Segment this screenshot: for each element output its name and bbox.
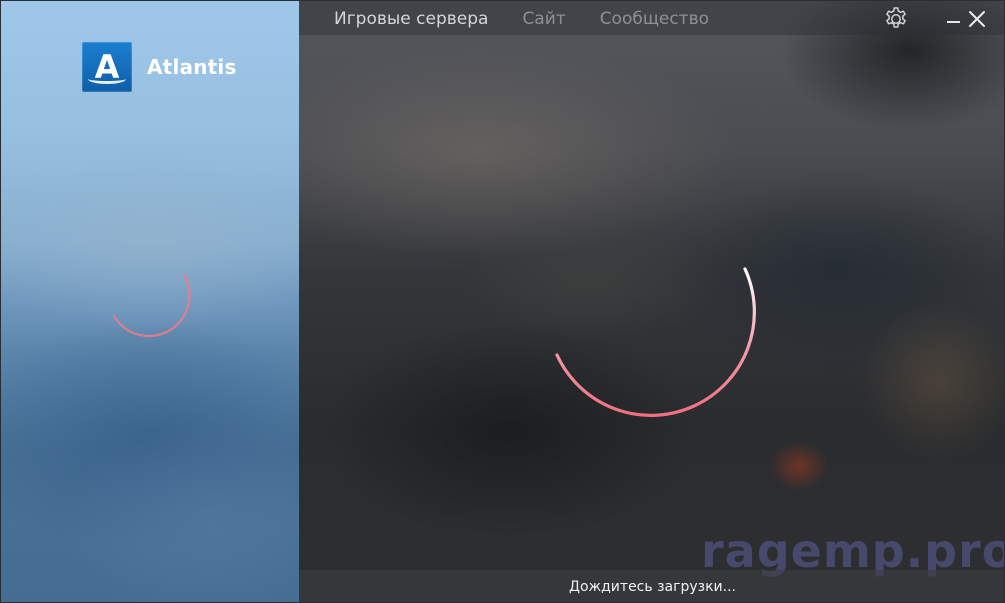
blurred-background bbox=[299, 41, 739, 261]
atlantis-logo-icon: A bbox=[82, 42, 132, 92]
gear-icon[interactable] bbox=[882, 5, 910, 33]
top-bar: Игровые сервера Сайт Сообщество bbox=[299, 1, 1004, 37]
logo-letter: A bbox=[94, 48, 120, 86]
nav-game-servers[interactable]: Игровые сервера bbox=[334, 9, 488, 29]
minimize-icon[interactable] bbox=[944, 9, 964, 29]
main-area: Игровые сервера Сайт Сообщество ragemp.p… bbox=[299, 1, 1004, 602]
status-bar: Дождитесь загрузки... bbox=[299, 570, 1004, 602]
close-icon[interactable] bbox=[965, 7, 989, 31]
brand: A Atlantis bbox=[82, 42, 237, 92]
loading-spinner-icon bbox=[555, 267, 756, 417]
launcher-window: A Atlantis Игровые сервера Сайт Сообщест… bbox=[0, 0, 1005, 603]
status-text: Дождитесь загрузки... bbox=[569, 579, 736, 595]
nav-community[interactable]: Сообщество bbox=[600, 9, 709, 29]
app-title: Atlantis bbox=[147, 55, 237, 79]
top-nav: Игровые сервера Сайт Сообщество bbox=[334, 1, 709, 37]
sidebar: A Atlantis bbox=[1, 1, 299, 602]
nav-site[interactable]: Сайт bbox=[522, 9, 565, 29]
sidebar-loading-spinner-icon bbox=[112, 273, 191, 338]
